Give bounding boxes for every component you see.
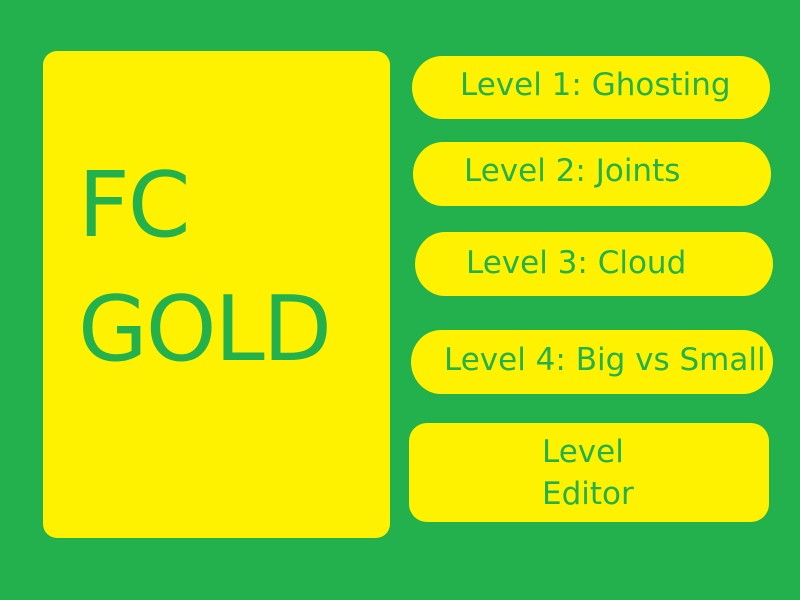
- level-1-label: Level 1: Ghosting: [460, 67, 731, 103]
- level-editor-button[interactable]: Level Editor: [409, 423, 769, 522]
- level-3-button[interactable]: Level 3: Cloud: [415, 232, 773, 296]
- level-2-button[interactable]: Level 2: Joints: [413, 142, 771, 206]
- level-2-label: Level 2: Joints: [464, 153, 681, 189]
- game-title-line-2: GOLD: [78, 277, 332, 382]
- level-3-label: Level 3: Cloud: [466, 245, 687, 281]
- level-4-button[interactable]: Level 4: Big vs Small: [411, 330, 773, 394]
- level-editor-label: Level Editor: [542, 434, 634, 512]
- level-1-button[interactable]: Level 1: Ghosting: [412, 56, 770, 119]
- game-title-line-1: FC: [78, 153, 191, 258]
- level-4-label: Level 4: Big vs Small: [444, 342, 766, 378]
- title-panel: FC GOLD: [43, 51, 390, 538]
